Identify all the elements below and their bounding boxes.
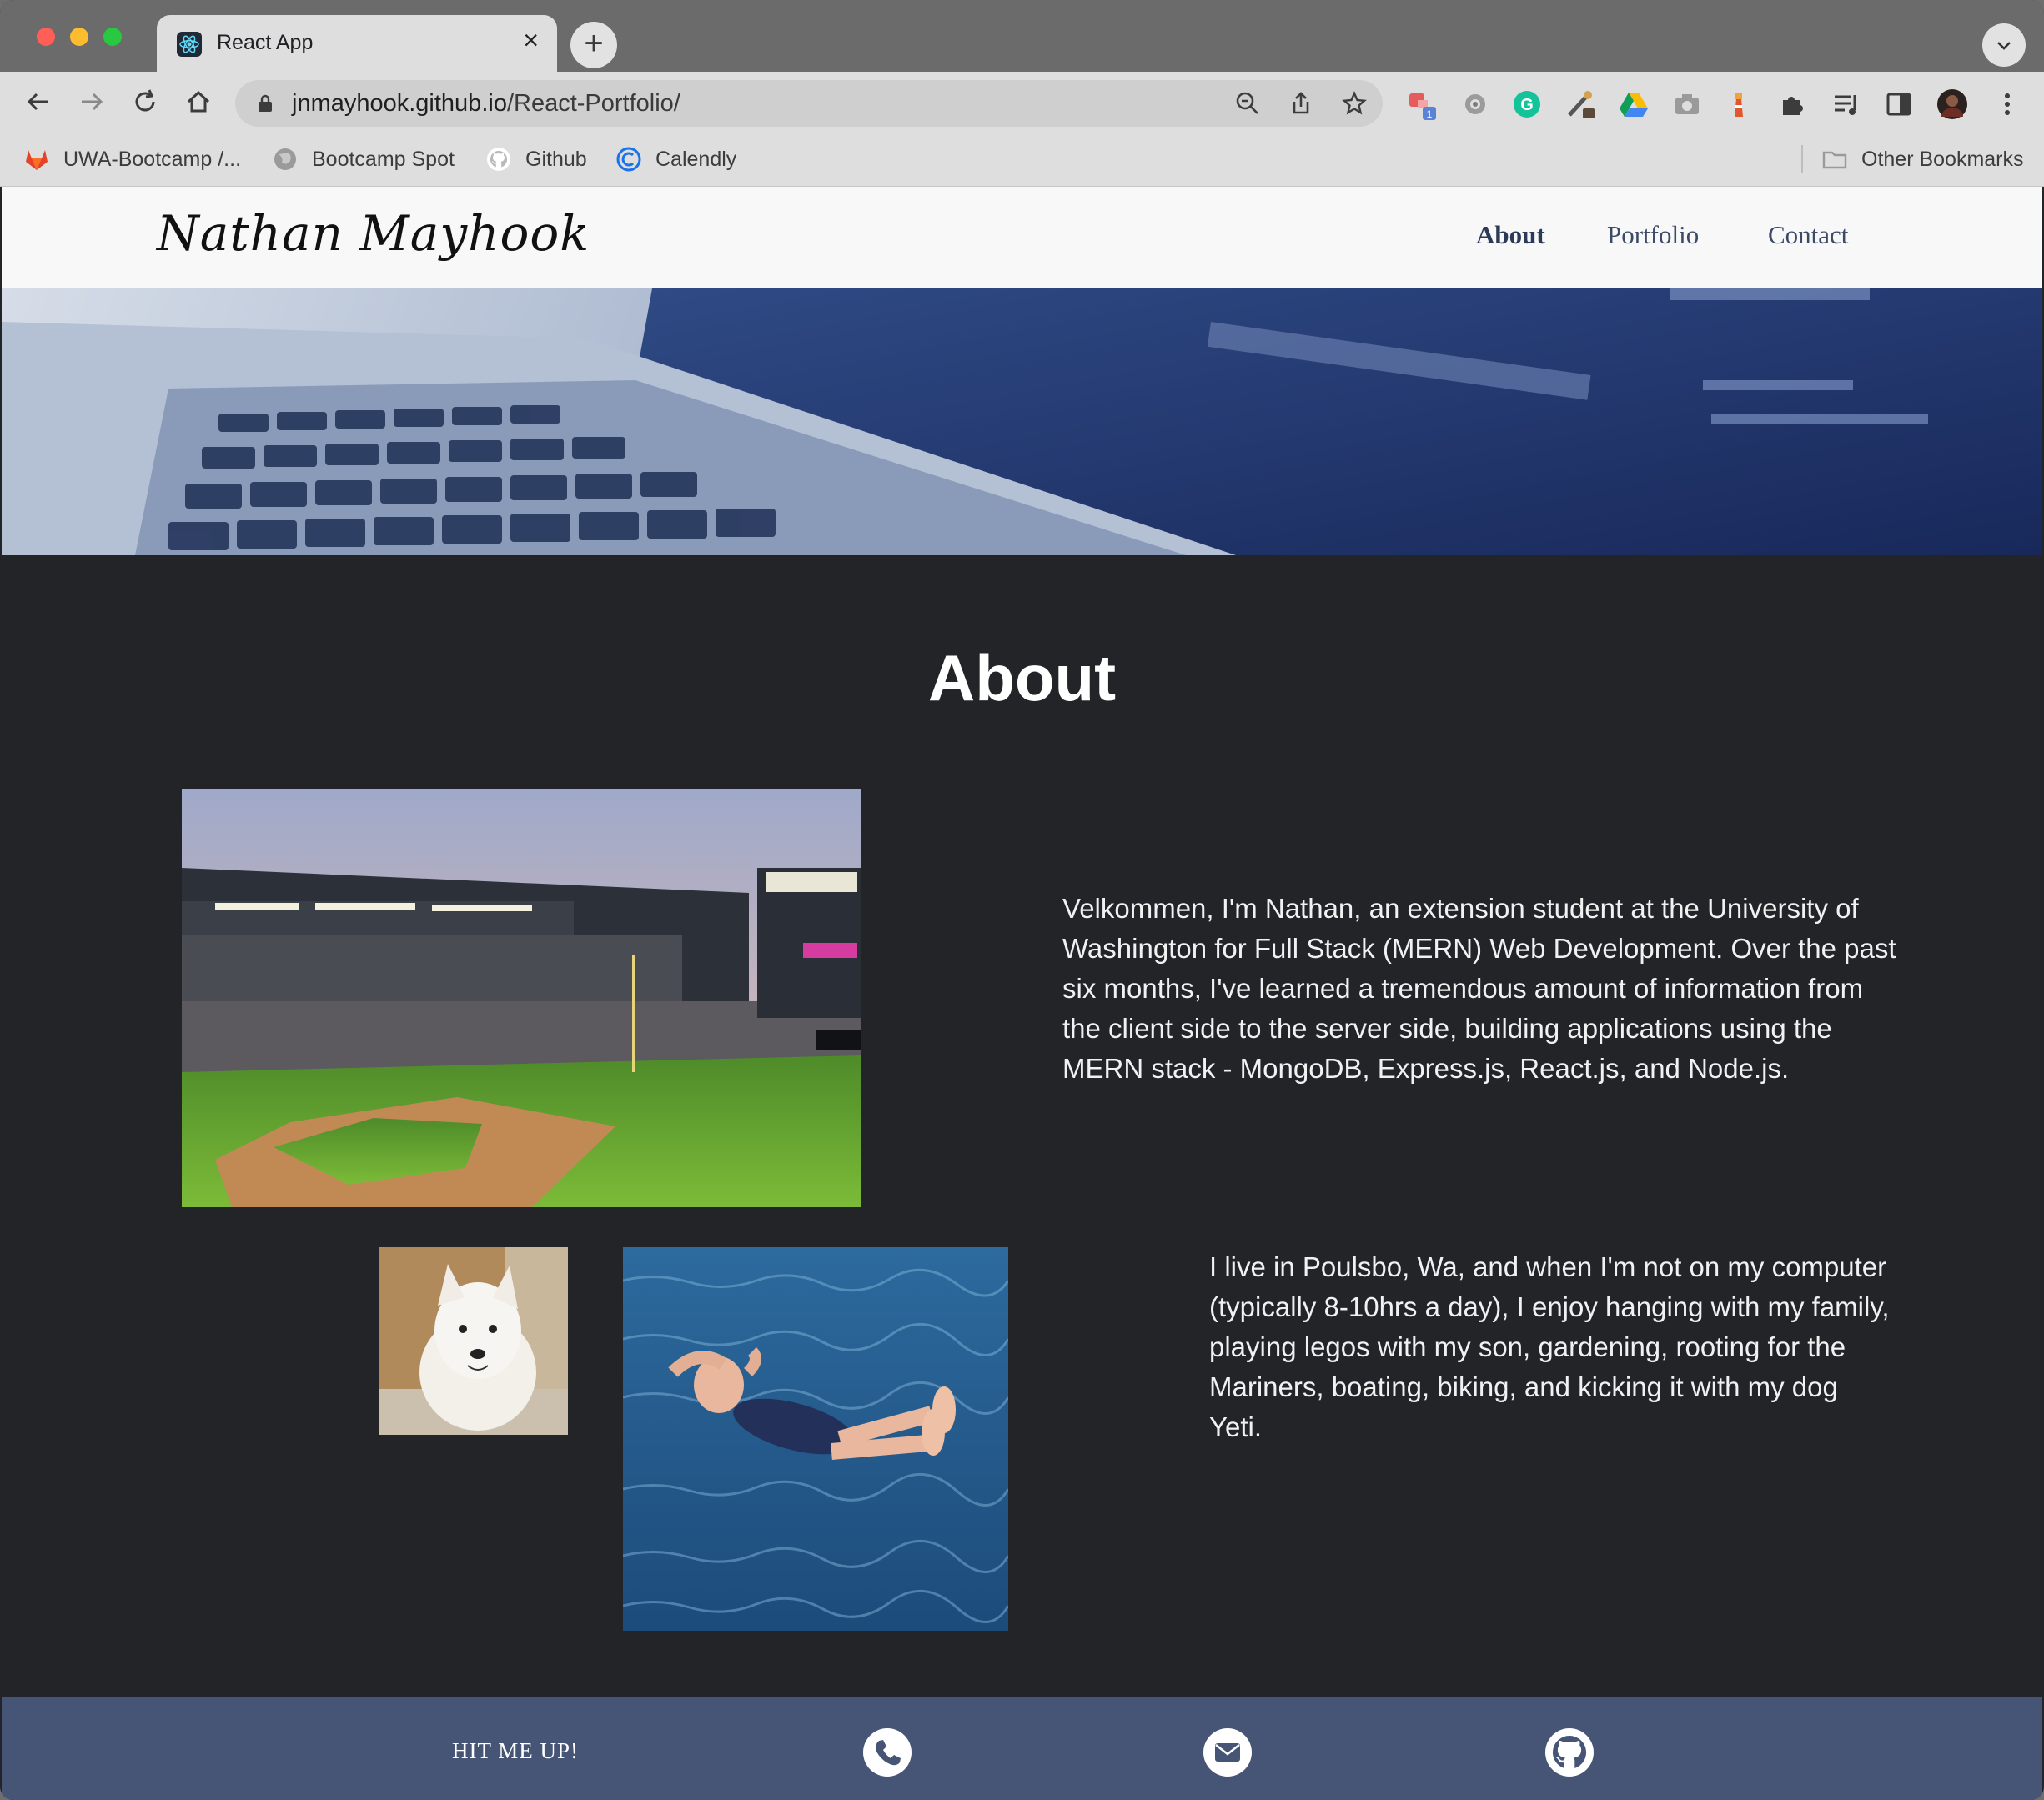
reading-list-icon[interactable]	[1830, 88, 1861, 120]
hero-banner-image	[2, 288, 2042, 555]
bookmark-star-icon[interactable]	[1341, 90, 1368, 117]
zoom-icon[interactable]	[1234, 90, 1261, 117]
other-bookmarks-folder[interactable]: Other Bookmarks	[1821, 143, 2024, 175]
reload-button[interactable]	[127, 83, 163, 120]
eyedropper-extension-icon[interactable]	[1564, 88, 1596, 120]
bookmark-github[interactable]: Github	[485, 143, 587, 175]
bookmark-calendly[interactable]: Calendly	[615, 143, 736, 175]
google-drive-icon[interactable]	[1618, 88, 1650, 120]
dog-photo	[379, 1247, 568, 1435]
url-path: /React-Portfolio/	[506, 90, 680, 117]
gitlab-icon	[26, 150, 48, 170]
browser-window: React App × + jnmayhook.github.io/React-…	[0, 0, 2044, 1800]
bookmark-label: Github	[525, 147, 587, 171]
bookmark-bootcamp-spot[interactable]: Bootcamp Spot	[272, 143, 455, 175]
forward-arrow-icon	[82, 93, 103, 111]
camera-icon[interactable]	[1671, 88, 1703, 120]
address-bar[interactable]: jnmayhook.github.io/React-Portfolio/	[235, 80, 1383, 127]
tab-close-icon[interactable]: ×	[523, 27, 539, 53]
nav-portfolio-link[interactable]: Portfolio	[1607, 220, 1699, 250]
close-window-button[interactable]	[37, 28, 55, 46]
extension-puzzle-badge-icon[interactable]: 1	[1406, 88, 1438, 120]
footer-text: HIT ME UP!	[452, 1738, 580, 1763]
bookmark-uwa-bootcamp[interactable]: UWA-Bootcamp /...	[23, 143, 241, 175]
url-host: jnmayhook.github.io	[292, 90, 507, 117]
stadium-photo	[182, 789, 861, 1207]
react-icon	[177, 32, 202, 57]
chevron-down-icon	[1997, 42, 2011, 50]
nav-contact-link[interactable]: Contact	[1768, 220, 1848, 250]
about-heading: About	[927, 641, 1117, 714]
nav-about-link[interactable]: About	[1476, 220, 1545, 250]
calendly-icon	[616, 147, 641, 172]
new-tab-button[interactable]: +	[570, 22, 617, 68]
bookmark-label: UWA-Bootcamp /...	[63, 147, 242, 171]
browser-toolbar: jnmayhook.github.io/React-Portfolio/ 1 G	[0, 72, 2044, 132]
lighthouse-icon[interactable]	[1723, 88, 1755, 120]
gear-extension-icon[interactable]	[1459, 88, 1491, 120]
swimming-photo	[623, 1247, 1008, 1631]
reload-icon	[135, 89, 155, 112]
profile-avatar-icon[interactable]	[1936, 88, 1968, 120]
home-button[interactable]	[180, 83, 217, 120]
github-icon	[487, 148, 510, 171]
grammarly-icon[interactable]: G	[1511, 88, 1543, 120]
github-icon[interactable]	[1545, 1728, 1594, 1777]
bookmarks-bar: UWA-Bootcamp /... Bootcamp Spot Github C…	[0, 132, 2044, 187]
folder-icon	[1822, 151, 1847, 169]
svg-text:G: G	[1520, 96, 1534, 114]
tab-strip: React App × +	[0, 0, 2044, 72]
phone-icon[interactable]	[863, 1728, 912, 1777]
globe-icon	[274, 148, 296, 170]
back-button[interactable]	[20, 83, 57, 120]
email-icon[interactable]	[1203, 1728, 1252, 1777]
side-panel-icon[interactable]	[1883, 88, 1915, 120]
bookmarks-separator	[1801, 145, 1803, 173]
tab-title: React App	[217, 31, 314, 54]
back-arrow-icon	[27, 93, 48, 111]
about-paragraph-2: I live in Poulsbo, Wa, and when I'm not …	[1209, 1251, 1890, 1442]
maximize-window-button[interactable]	[103, 28, 122, 46]
svg-text:1: 1	[1427, 108, 1433, 120]
site-logo[interactable]: Nathan Mayhook	[157, 205, 590, 262]
lock-icon[interactable]	[255, 93, 275, 113]
site-footer: HIT ME UP!	[2, 1697, 2042, 1800]
bookmark-label: Bootcamp Spot	[312, 147, 455, 171]
website: Nathan Mayhook About Portfolio Contact A…	[2, 187, 2042, 1800]
url-text[interactable]: jnmayhook.github.io/React-Portfolio/	[292, 90, 680, 118]
site-header: Nathan Mayhook About Portfolio Contact	[2, 187, 2042, 288]
tab-search-button[interactable]	[1982, 23, 2026, 67]
share-icon[interactable]	[1288, 90, 1314, 117]
about-paragraph-1: Velkommen, I'm Nathan, an extension stud…	[1062, 893, 1896, 1084]
extensions-puzzle-icon[interactable]	[1776, 88, 1808, 120]
bookmark-label: Calendly	[655, 147, 737, 171]
more-menu-icon[interactable]	[1991, 88, 2023, 120]
browser-tab[interactable]: React App ×	[157, 15, 557, 72]
home-icon	[187, 90, 210, 113]
minimize-window-button[interactable]	[70, 28, 88, 46]
forward-button[interactable]	[73, 83, 110, 120]
other-bookmarks-label: Other Bookmarks	[1861, 147, 2024, 171]
